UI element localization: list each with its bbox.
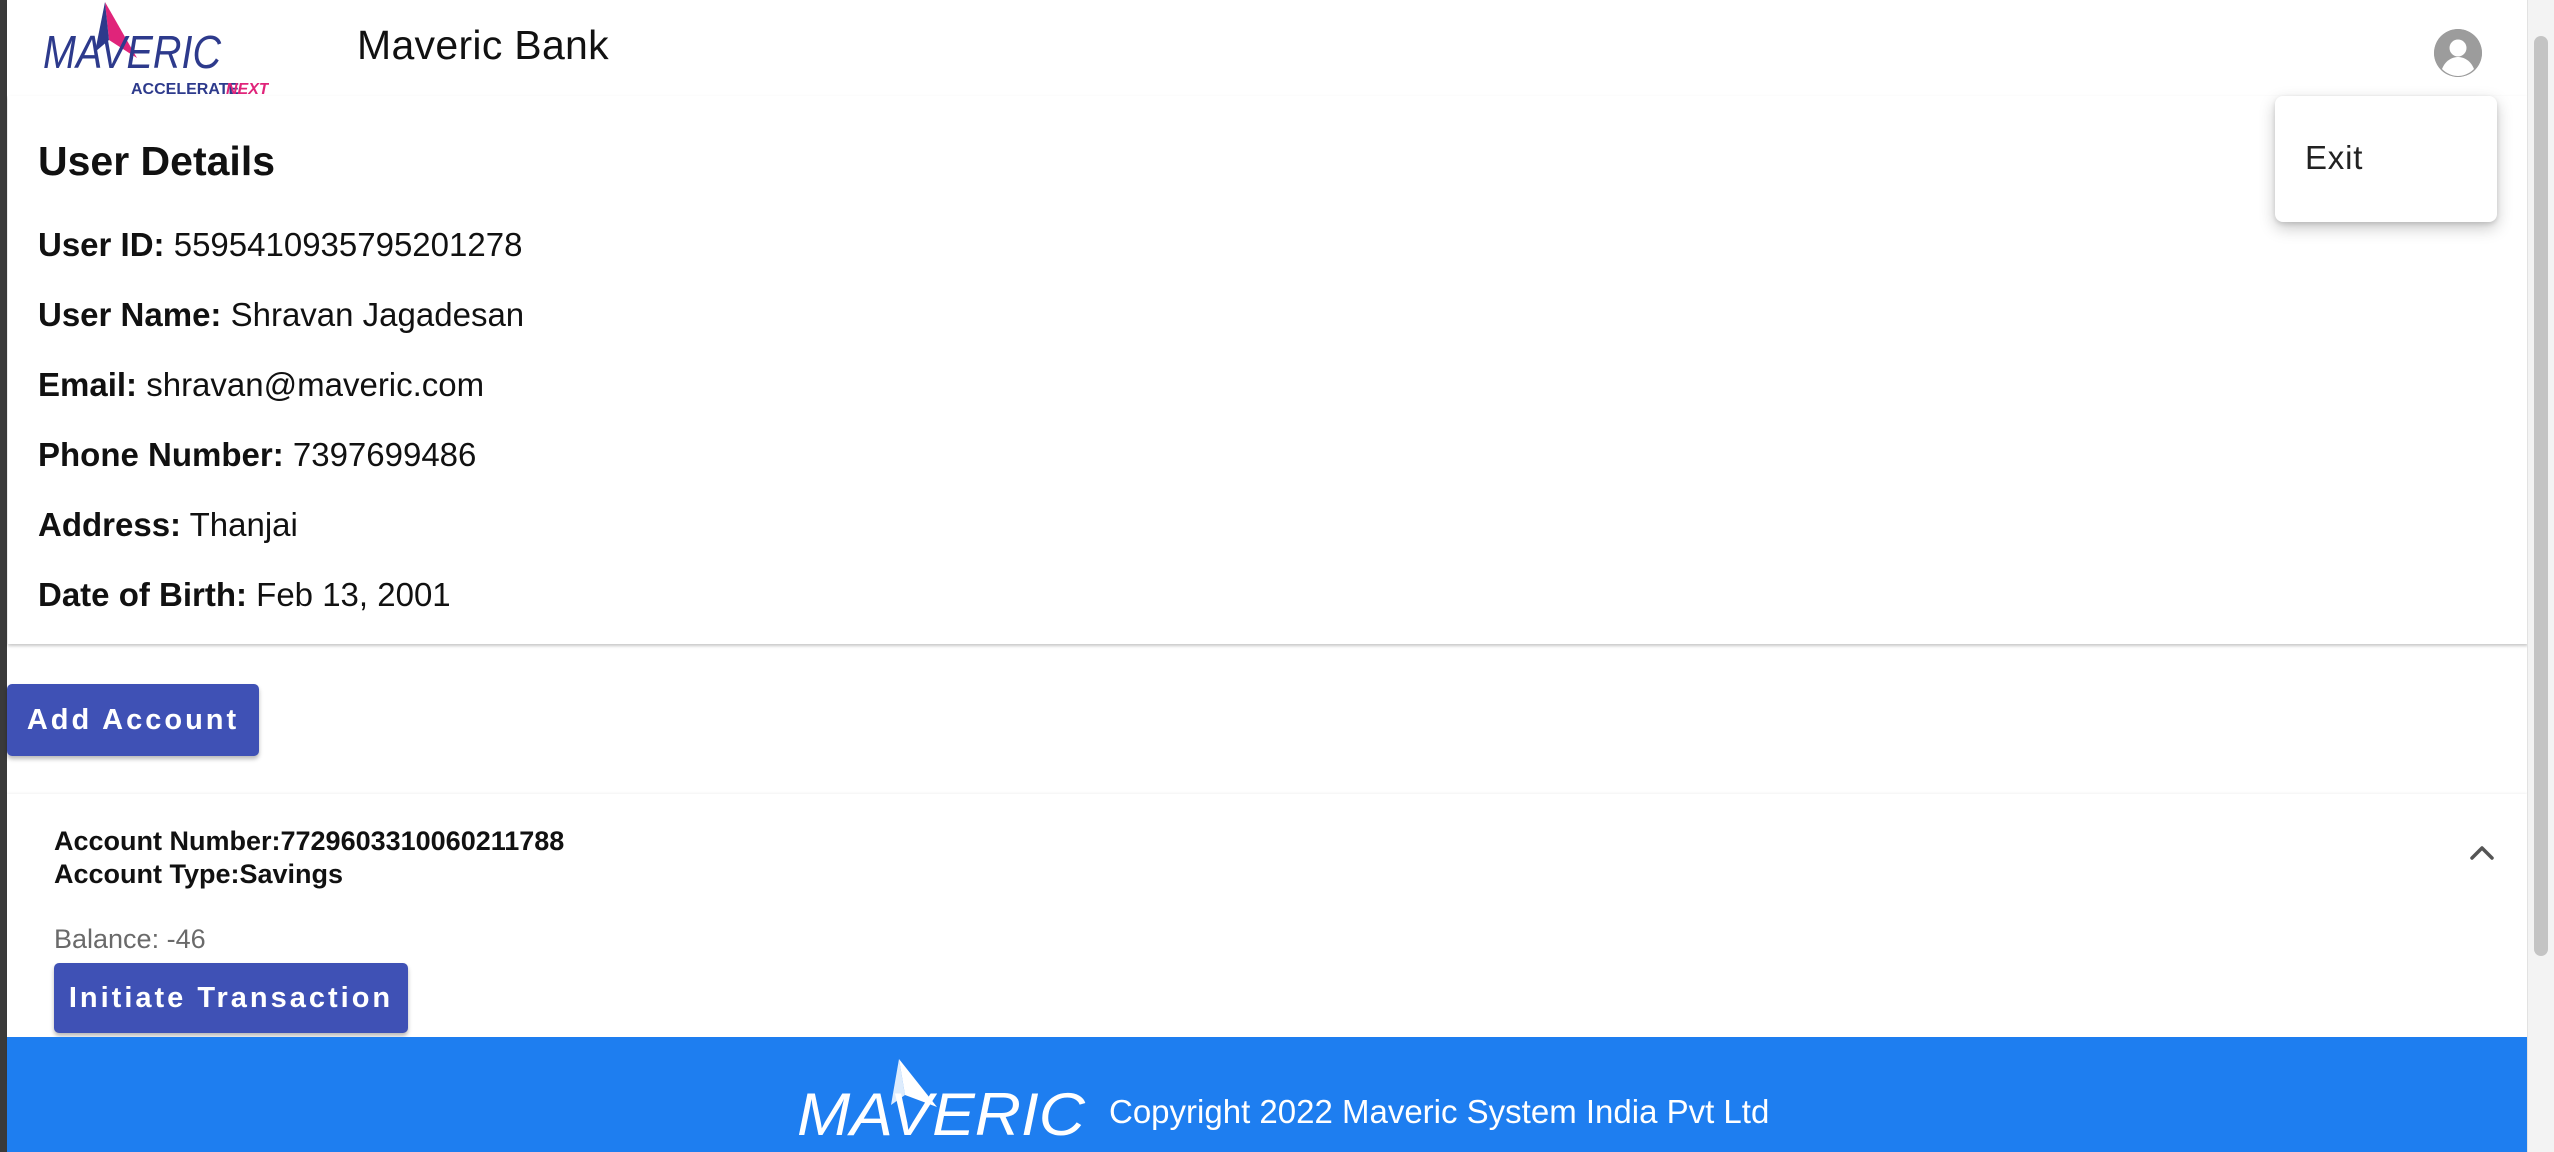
detail-label: Address:: [38, 506, 182, 543]
user-details-card: User Details User ID: 559541093579520127…: [8, 96, 2528, 644]
maveric-logo[interactable]: MAVERIC ACCELERATE NEXT: [39, 0, 269, 100]
detail-email: Email: shravan@maveric.com: [38, 366, 484, 404]
detail-user-name: User Name: Shravan Jagadesan: [38, 296, 524, 334]
detail-value: shravan@maveric.com: [146, 366, 485, 403]
initiate-transaction-button[interactable]: Initiate Transaction: [54, 963, 408, 1033]
account-number: Account Number:7729603310060211788: [54, 826, 565, 856]
detail-label: User Name:: [38, 296, 222, 333]
detail-address: Address: Thanjai: [38, 506, 298, 544]
top-app-bar: MAVERIC ACCELERATE NEXT Maveric Bank: [7, 0, 2527, 98]
window-edge: [0, 0, 7, 1152]
user-menu: Exit: [2275, 96, 2497, 222]
app-title: Maveric Bank: [357, 22, 609, 68]
footer-logo-wordmark: MAVERIC: [797, 1081, 1086, 1143]
footer-copyright: Copyright 2022 Maveric System India Pvt …: [1109, 1093, 1770, 1130]
app-window: MAVERIC ACCELERATE NEXT Maveric Bank Use…: [0, 0, 2554, 1152]
user-details-title: User Details: [38, 138, 276, 184]
detail-value: Thanjai: [189, 506, 298, 543]
detail-value: 7397699486: [292, 436, 477, 473]
add-account-button[interactable]: Add Account: [7, 684, 259, 756]
chevron-up-icon[interactable]: [2462, 838, 2502, 866]
detail-value: 5595410935795201278: [173, 226, 523, 263]
page-scrollbar[interactable]: [2527, 0, 2554, 1152]
detail-user-id: User ID: 5595410935795201278: [38, 226, 522, 264]
detail-label: Date of Birth:: [38, 576, 247, 613]
account-balance: Balance: -46: [54, 924, 206, 954]
menu-item-exit[interactable]: Exit: [2305, 139, 2363, 177]
logo-wordmark: MAVERIC: [43, 26, 222, 78]
detail-value: Feb 13, 2001: [256, 576, 451, 613]
account-type: Account Type:Savings: [54, 859, 344, 889]
footer: MAVERIC Copyright 2022 Maveric System In…: [7, 1037, 2527, 1152]
detail-date-of-birth: Date of Birth: Feb 13, 2001: [38, 576, 451, 614]
account-circle-icon[interactable]: [2434, 29, 2482, 77]
detail-value: Shravan Jagadesan: [230, 296, 525, 333]
footer-maveric-logo: MAVERIC: [797, 1059, 1086, 1143]
detail-label: User ID:: [38, 226, 165, 263]
scrollbar-thumb[interactable]: [2534, 36, 2548, 956]
detail-label: Phone Number:: [38, 436, 284, 473]
detail-label: Email:: [38, 366, 138, 403]
detail-phone-number: Phone Number: 7397699486: [38, 436, 476, 474]
